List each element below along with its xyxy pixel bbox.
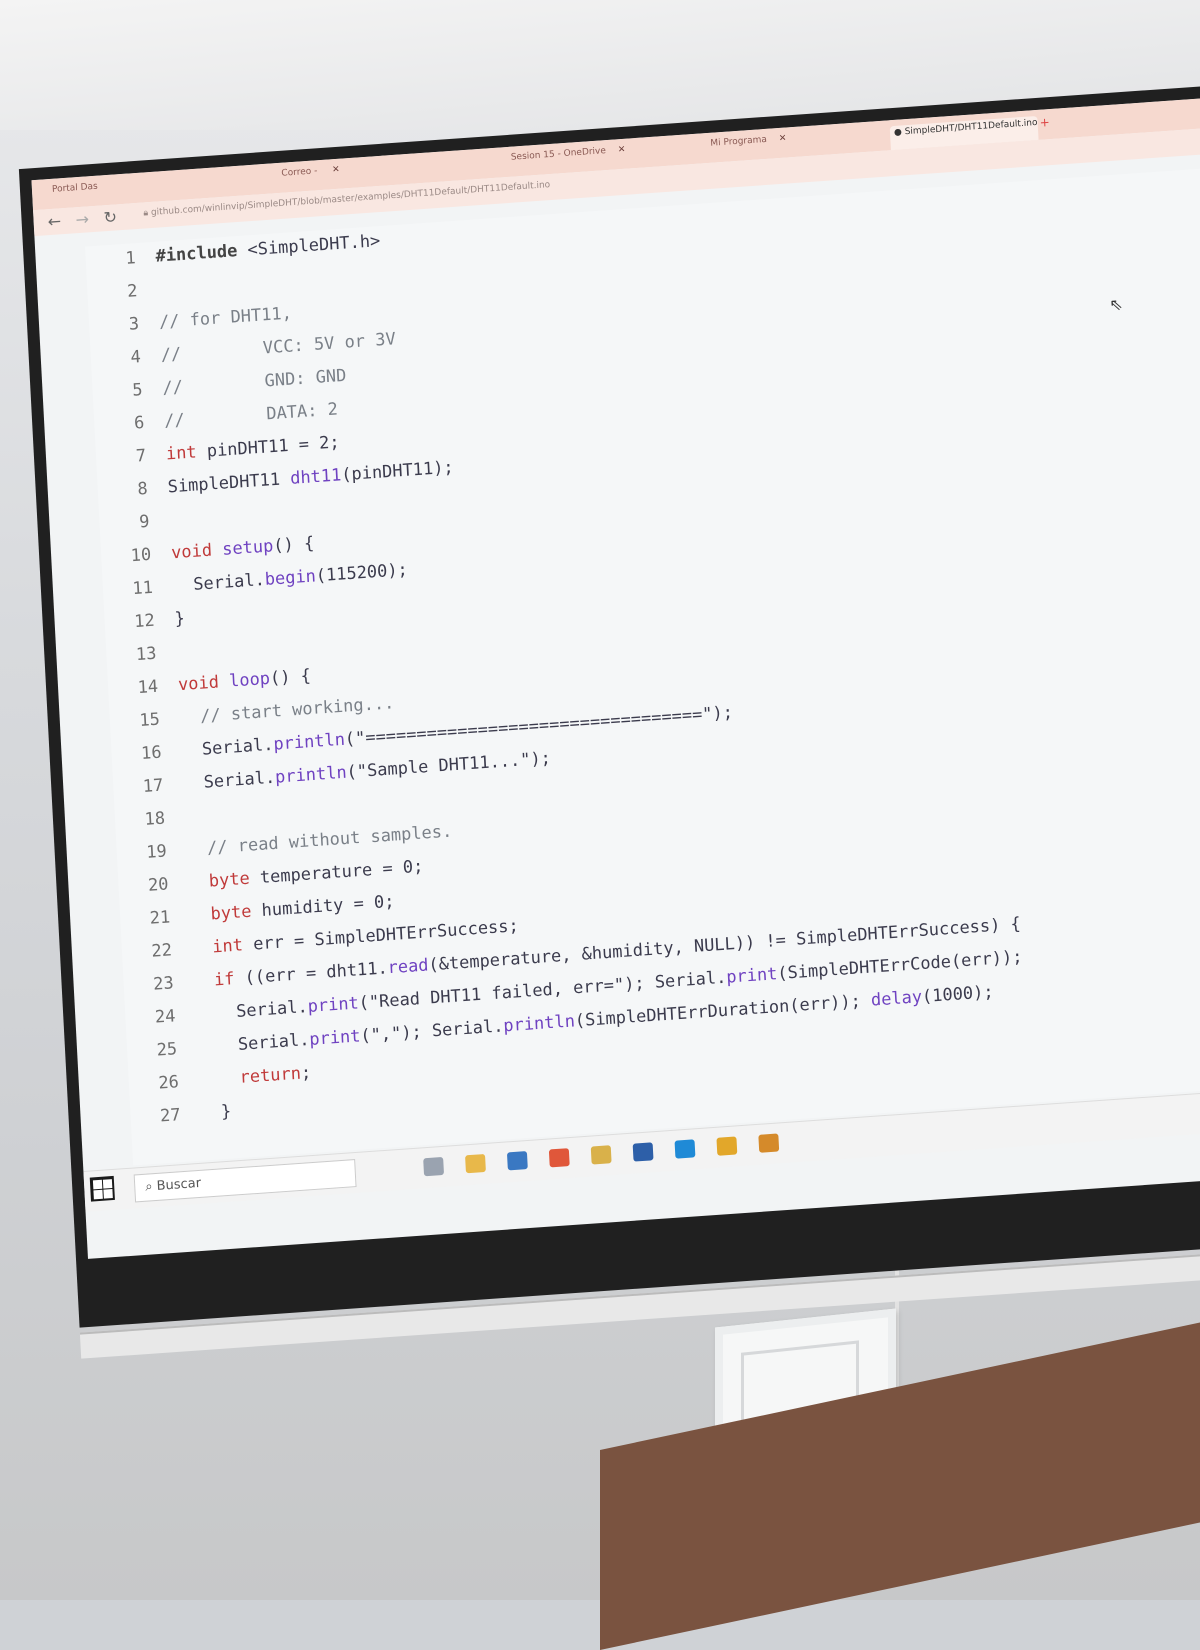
mail-icon[interactable] [506,1151,528,1171]
projection-screen: Portal Das Correo - ✕ Sesion 15 - OneDri… [0,0,1200,1598]
line-number: 13 [135,643,157,666]
line-number: 14 [137,676,159,699]
lock-icon: 🔒︎ [143,208,149,219]
line-number: 11 [131,577,154,600]
task-view-icon[interactable] [423,1156,445,1177]
line-number: 2 [126,281,138,302]
line-number: 19 [145,841,168,863]
tab-label: Correo - [281,166,321,179]
taskbar-search[interactable]: ⌕ Buscar [133,1159,357,1203]
projected-desktop: Portal Das Correo - ✕ Sesion 15 - OneDri… [31,95,1200,1259]
close-icon[interactable]: ✕ [332,165,340,176]
line-number: 10 [130,544,152,567]
line-number: 21 [149,907,171,929]
windows-start-icon[interactable] [89,1175,115,1202]
mouse-cursor-icon: ⇖ [1108,294,1124,315]
line-number: 17 [142,775,164,797]
close-icon[interactable]: ✕ [779,133,787,144]
tab-label: SimpleDHT/DHT11Default.ino [904,117,1038,138]
code-text: } [200,1101,232,1124]
line-number: 20 [147,874,170,896]
word-icon[interactable] [632,1142,654,1162]
line-number: 3 [128,314,140,335]
file-explorer-icon[interactable] [465,1153,486,1174]
forward-arrow-icon[interactable]: → [75,209,89,229]
close-icon[interactable]: ✕ [618,145,626,156]
tab-label: Sesion 15 - OneDrive [510,146,607,163]
chrome-icon[interactable] [716,1136,738,1156]
line-number: 9 [138,511,151,533]
line-number: 22 [150,940,173,962]
chrome-canary-icon[interactable] [758,1133,780,1153]
line-number: 26 [157,1072,180,1094]
tab-label: Mi Programa [710,134,768,149]
search-placeholder: Buscar [156,1175,202,1194]
brave-icon[interactable] [548,1148,570,1168]
line-number: 5 [131,380,144,401]
line-number: 1 [124,248,137,269]
github-icon: ● [893,127,903,138]
code-text: return; [239,1062,312,1088]
line-number: 27 [159,1105,182,1127]
line-number: 16 [140,742,163,764]
line-number: 18 [144,808,166,830]
edge-icon[interactable] [674,1139,696,1159]
files-icon[interactable] [590,1145,612,1165]
code-view: 1 #include <SimpleDHT.h> 2 3// for DHT11, 4/… [85,165,1200,1166]
line-number: 12 [133,610,156,633]
reload-icon[interactable]: ↻ [103,207,117,227]
back-arrow-icon[interactable]: ← [47,211,61,231]
line-number: 25 [156,1039,178,1061]
line-number: 8 [137,478,149,500]
line-number: 15 [138,709,161,732]
line-number: 23 [152,973,175,995]
line-number: 7 [135,445,147,467]
code-text: } [174,608,186,630]
line-number: 6 [133,412,145,434]
tab-label: Portal Das [51,181,99,195]
line-number: 24 [154,1006,176,1028]
line-number: 4 [130,347,142,368]
new-tab-button[interactable]: + [1039,114,1060,135]
